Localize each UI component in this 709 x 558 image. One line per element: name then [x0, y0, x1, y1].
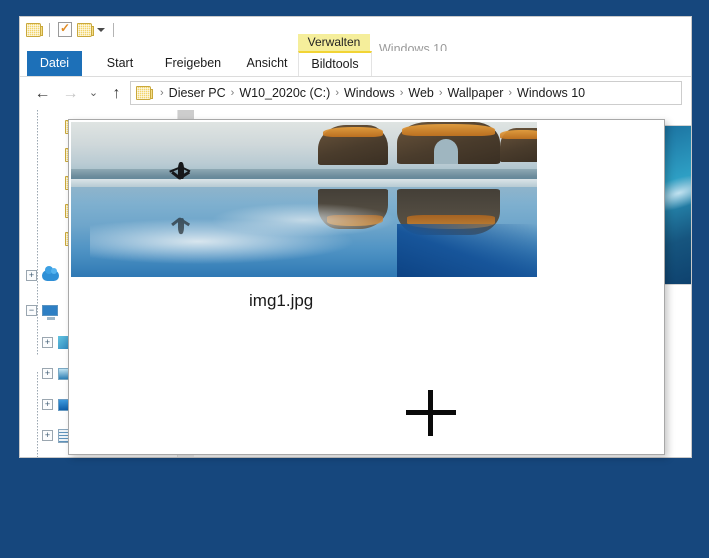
- breadcrumb-separator-4: ›: [438, 87, 443, 99]
- toolbar-separator: [49, 22, 50, 37]
- tree-item-onedrive[interactable]: +: [20, 265, 65, 286]
- runner-reflection: [169, 200, 192, 234]
- breadcrumb-separator-5: ›: [508, 87, 513, 99]
- expander-icon[interactable]: +: [42, 337, 53, 348]
- toolbar-separator-2: [113, 22, 114, 37]
- breadcrumb-separator-2: ›: [335, 87, 339, 99]
- tree-item-dieser-pc[interactable]: −: [20, 300, 64, 321]
- new-folder-icon[interactable]: [77, 22, 94, 37]
- ribbon-tab-strip: Datei Start Freigeben Ansicht Bildtools: [20, 51, 691, 77]
- breadcrumb-dieser-pc[interactable]: Dieser PC: [169, 86, 226, 100]
- tab-freigeben[interactable]: Freigeben: [153, 51, 233, 76]
- expander-icon[interactable]: +: [26, 270, 37, 281]
- properties-icon[interactable]: [58, 21, 72, 37]
- sunlit-rock-highlight: [322, 126, 384, 138]
- contextual-tab-verwalten[interactable]: Verwalten: [298, 34, 370, 51]
- breadcrumb-separator-3: ›: [399, 87, 404, 99]
- address-folder-icon: [136, 86, 153, 100]
- crosshair-cursor: [406, 390, 456, 436]
- breadcrumb-w10-2020c[interactable]: W10_2020c (C:): [239, 86, 330, 100]
- recent-locations-chevron-icon[interactable]: ⌄: [84, 84, 103, 103]
- onedrive-icon: [42, 266, 59, 281]
- breadcrumb-separator-1: ›: [230, 87, 235, 99]
- this-pc-icon: [42, 305, 58, 320]
- breadcrumb-web[interactable]: Web: [408, 86, 433, 100]
- tab-ansicht[interactable]: Ansicht: [236, 51, 298, 76]
- tab-bildtools[interactable]: Bildtools: [298, 51, 372, 76]
- title-bar: Verwalten Windows 10: [20, 17, 691, 56]
- sunlit-rock-highlight: [401, 123, 496, 136]
- runner-silhouette: [169, 162, 192, 196]
- sunlit-rock-highlight: [499, 129, 537, 140]
- breadcrumb-wallpaper[interactable]: Wallpaper: [448, 86, 504, 100]
- breadcrumb-windows[interactable]: Windows: [344, 86, 395, 100]
- quick-access-toolbar[interactable]: [26, 21, 117, 37]
- tree-item-downloads[interactable]: +: [20, 456, 80, 457]
- tab-start[interactable]: Start: [92, 51, 148, 76]
- folder-icon[interactable]: [26, 22, 43, 37]
- address-bar-row: ← → ⌄ ↑ › Dieser PC › W10_2020c (C:) › W…: [20, 77, 691, 111]
- back-button[interactable]: ←: [33, 84, 52, 103]
- forward-button[interactable]: →: [61, 84, 80, 103]
- cloud-reflection: [210, 202, 398, 237]
- expander-icon[interactable]: +: [42, 430, 53, 441]
- address-breadcrumb-bar[interactable]: › Dieser PC › W10_2020c (C:) › Windows ›…: [130, 81, 682, 105]
- breadcrumb-separator-0: ›: [160, 87, 164, 99]
- collapse-icon[interactable]: −: [26, 305, 37, 316]
- rock-arch-opening: [434, 139, 458, 164]
- preview-filename-label: img1.jpg: [249, 291, 314, 310]
- image-preview-overlay[interactable]: img1.jpg: [68, 119, 665, 455]
- breadcrumb-windows-10[interactable]: Windows 10: [517, 86, 585, 100]
- crosshair-horizontal-bar: [406, 410, 456, 415]
- deep-water-corner: [397, 224, 537, 277]
- tab-datei[interactable]: Datei: [27, 51, 82, 76]
- crosshair-vertical-bar: [428, 390, 433, 436]
- expander-icon[interactable]: +: [42, 368, 53, 379]
- up-button[interactable]: ↑: [107, 84, 126, 103]
- desktop-backdrop: Verwalten Windows 10 Datei Start Freigeb…: [0, 0, 709, 558]
- preview-image: [71, 122, 537, 277]
- expander-icon[interactable]: +: [42, 399, 53, 410]
- customize-chevron-icon[interactable]: [97, 27, 105, 32]
